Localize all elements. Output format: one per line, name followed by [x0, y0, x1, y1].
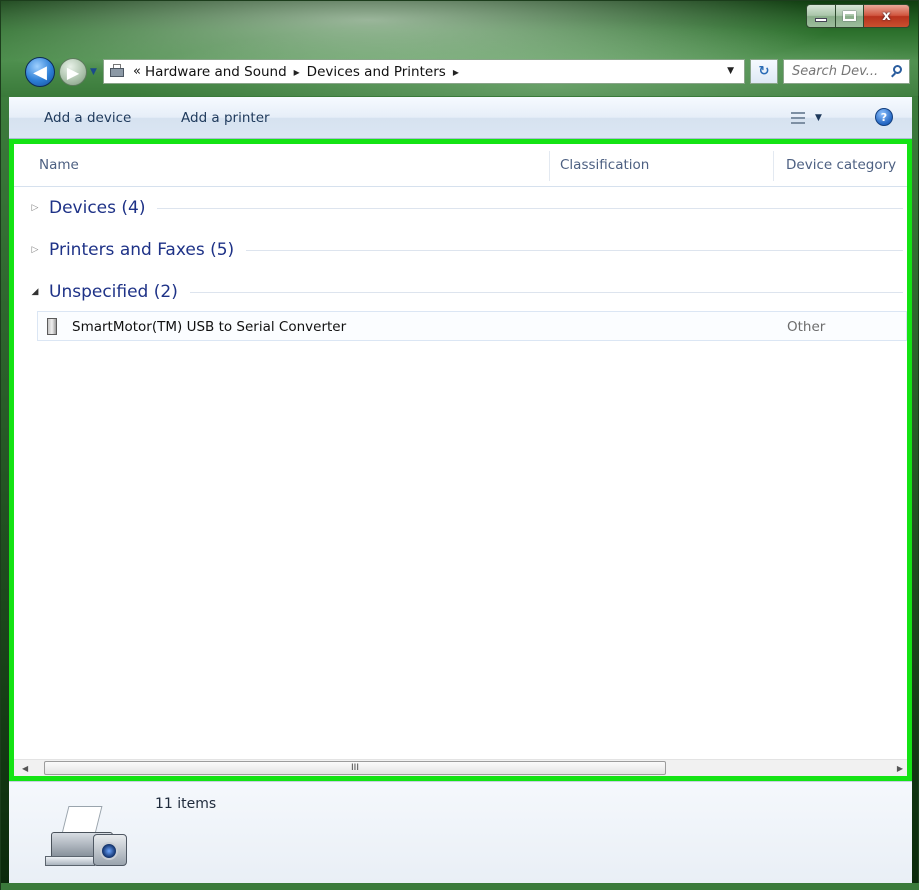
change-view-button[interactable]: ▼	[791, 108, 833, 128]
close-icon: x	[882, 8, 891, 24]
column-headers: Name Classification Device category	[14, 147, 907, 187]
add-printer-button[interactable]: Add a printer	[181, 110, 270, 126]
minimize-icon	[815, 18, 827, 22]
group-unspecified[interactable]: ◢ Unspecified (2)	[14, 279, 907, 305]
minimize-button[interactable]	[806, 4, 836, 28]
window-left-border	[1, 97, 9, 883]
view-details-icon	[791, 112, 805, 124]
item-count: 11 items	[155, 796, 217, 812]
group-label: Unspecified (2)	[49, 282, 178, 302]
maximize-icon	[843, 11, 856, 21]
close-button[interactable]: x	[864, 4, 910, 28]
expand-arrow-icon[interactable]: ▷	[29, 245, 41, 255]
scrollbar-grip-icon: III	[351, 763, 359, 773]
device-row-smartmotor[interactable]: SmartMotor(TM) USB to Serial Converter O…	[37, 311, 907, 341]
printer-and-camera-icon	[43, 798, 133, 874]
breadcrumb-devices-and-printers[interactable]: Devices and Printers	[307, 64, 446, 80]
group-label: Devices (4)	[49, 198, 146, 218]
maximize-button[interactable]	[836, 4, 864, 28]
window-bottom-border	[1, 883, 919, 890]
view-dropdown-icon[interactable]: ▼	[815, 113, 822, 123]
device-name: SmartMotor(TM) USB to Serial Converter	[72, 319, 347, 335]
group-divider	[189, 291, 903, 293]
search-icon[interactable]	[890, 65, 904, 79]
help-icon[interactable]: ?	[875, 108, 893, 126]
scrollbar-thumb[interactable]: III	[44, 761, 666, 775]
recent-pages-dropdown[interactable]: ▼	[90, 67, 99, 77]
forward-button[interactable]: ▶	[59, 58, 87, 86]
address-bar[interactable]: « Hardware and Sound ▸ Devices and Print…	[103, 59, 745, 84]
horizontal-scrollbar[interactable]: ◀ III ▶	[14, 759, 907, 776]
search-box[interactable]	[783, 59, 910, 84]
device-list-pane: Name Classification Device category ▷ De…	[9, 139, 912, 781]
address-dropdown-icon[interactable]: ▼	[727, 66, 734, 76]
command-bar: Add a device Add a printer ▼ ?	[9, 97, 912, 139]
details-pane: 11 items	[9, 781, 912, 883]
group-devices[interactable]: ▷ Devices (4)	[14, 195, 907, 221]
group-printers-and-faxes[interactable]: ▷ Printers and Faxes (5)	[14, 237, 907, 263]
device-category: Other	[787, 319, 826, 335]
column-header-classification[interactable]: Classification	[560, 157, 649, 173]
group-label: Printers and Faxes (5)	[49, 240, 235, 260]
group-divider	[246, 249, 903, 251]
caption-buttons: x	[806, 4, 910, 28]
column-divider[interactable]	[549, 151, 550, 181]
add-device-button[interactable]: Add a device	[44, 110, 131, 126]
breadcrumb-hardware-and-sound[interactable]: Hardware and Sound	[145, 64, 287, 80]
navigation-row: ◀ ▶ ▼ « Hardware and Sound ▸ Devices and…	[17, 54, 912, 90]
breadcrumb-separator-icon[interactable]: ▸	[453, 65, 459, 79]
devices-and-printers-icon	[109, 63, 127, 80]
column-divider[interactable]	[773, 151, 774, 181]
refresh-button[interactable]: ↻	[750, 59, 778, 84]
refresh-icon: ↻	[758, 64, 770, 79]
column-header-device-category[interactable]: Device category	[786, 157, 896, 173]
forward-arrow-icon: ▶	[66, 62, 80, 82]
explorer-window: x ◀ ▶ ▼ « Hardware and Sound ▸ Devices a…	[0, 0, 919, 890]
breadcrumb-overflow-button[interactable]: «	[133, 64, 141, 79]
back-button[interactable]: ◀	[25, 57, 55, 87]
group-divider	[157, 207, 903, 209]
usb-device-icon	[47, 318, 57, 335]
scroll-left-icon[interactable]: ◀	[22, 764, 28, 773]
search-input[interactable]	[792, 64, 892, 79]
collapse-arrow-icon[interactable]: ◢	[29, 287, 41, 297]
column-header-name[interactable]: Name	[39, 157, 79, 173]
breadcrumb-separator-icon[interactable]: ▸	[294, 65, 300, 79]
expand-arrow-icon[interactable]: ▷	[29, 203, 41, 213]
back-arrow-icon: ◀	[33, 61, 47, 83]
scroll-right-icon[interactable]: ▶	[897, 764, 903, 773]
